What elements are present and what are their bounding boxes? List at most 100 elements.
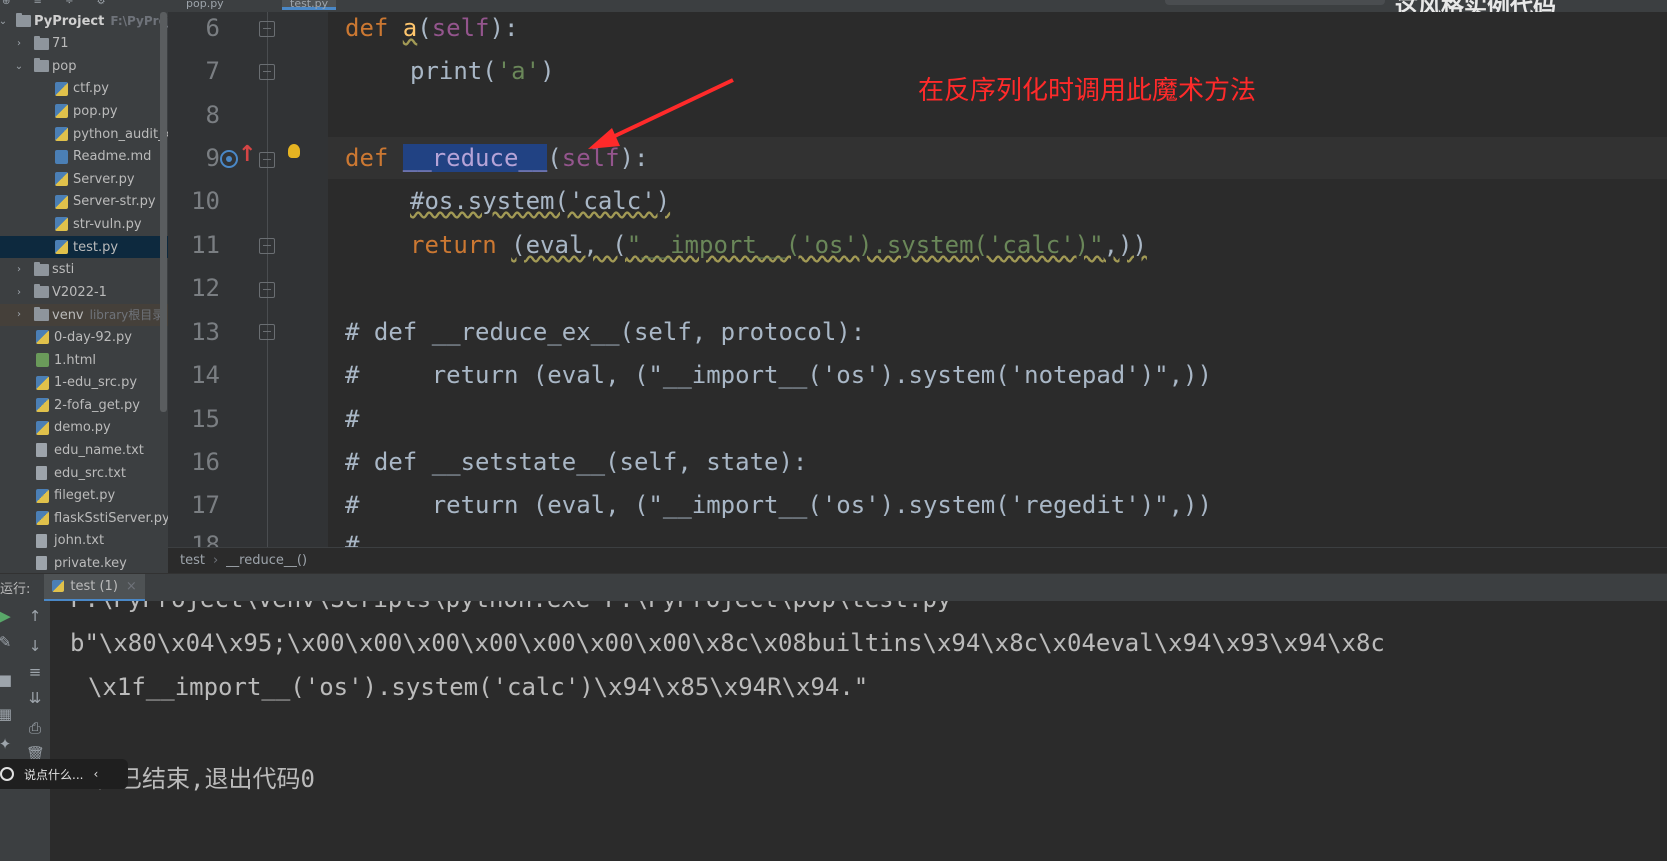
override-arrow-icon[interactable]: ↑	[238, 142, 256, 167]
code-line-7[interactable]: print('a')	[410, 57, 555, 85]
tree-item-text: Server-str.py	[73, 194, 156, 210]
tree-item[interactable]: pop.py	[0, 100, 168, 122]
lightbulb-icon[interactable]	[288, 144, 300, 158]
wrench-icon[interactable]: ✎	[0, 633, 14, 651]
soft-wrap-icon[interactable]: ≡	[26, 663, 44, 681]
line-number[interactable]: 9	[206, 144, 220, 172]
tree-item[interactable]: demo.py	[0, 417, 168, 439]
tree-item[interactable]: test.py	[0, 236, 168, 258]
fold-marker-icon[interactable]	[259, 152, 275, 168]
tree-item[interactable]: str-vuln.py	[0, 213, 168, 235]
chevron-down-icon[interactable]: ⌄	[0, 16, 8, 27]
breadcrumb-item-reduce[interactable]: __reduce__()	[226, 553, 307, 568]
fold-marker-icon[interactable]	[259, 324, 275, 340]
scroll-down-icon[interactable]: ↓	[26, 637, 44, 655]
tree-item-label: PyProjectF:\PyProject	[34, 14, 168, 29]
run-tab-test[interactable]: test (1) ×	[44, 573, 145, 602]
chevron-down-icon[interactable]: ⌄	[14, 61, 24, 72]
line-number[interactable]: 12	[191, 274, 220, 302]
rerun-icon[interactable]: ▶	[0, 607, 14, 625]
code-line-13[interactable]: # def __reduce_ex__(self, protocol):	[345, 318, 865, 346]
tree-item-label: 1-edu_src.py	[54, 375, 137, 390]
breadcrumb-item-test[interactable]: test	[180, 553, 205, 568]
project-tree: ⌄ PyProjectF:\PyProject › 71 ⌄ pop ctf.py pop.p…	[0, 12, 168, 608]
chevron-right-icon[interactable]: ›	[14, 287, 24, 298]
line-number[interactable]: 6	[206, 14, 220, 42]
tree-item-text: V2022-1	[52, 284, 107, 300]
line-number[interactable]: 17	[191, 491, 220, 519]
tree-item[interactable]: ⌄ PyProjectF:\PyProject	[0, 12, 168, 32]
layout-icon[interactable]: ▦	[0, 705, 14, 723]
tree-item[interactable]: fileget.py	[0, 485, 168, 507]
pin-icon[interactable]: ✦	[0, 735, 14, 753]
tree-item[interactable]: ⌄ pop	[0, 55, 168, 77]
tree-item[interactable]: private.key	[0, 552, 168, 574]
tree-item-label: private.key	[54, 556, 127, 571]
implementation-icon[interactable]	[220, 150, 238, 168]
code-line-11[interactable]: return (eval, ("__import__('os').system(…	[410, 231, 1147, 259]
fold-marker-icon[interactable]	[259, 64, 275, 80]
code-line-14[interactable]: # return (eval, ("__import__('os').syste…	[345, 361, 1212, 389]
fold-marker-icon[interactable]	[259, 282, 275, 298]
tree-item-text: ctf.py	[73, 81, 109, 97]
code-line-9[interactable]: def __reduce__(self):	[345, 144, 648, 172]
tree-item[interactable]: 0-day-92.py	[0, 326, 168, 348]
tree-item-text: fileget.py	[54, 488, 116, 504]
chevron-right-icon[interactable]: ›	[14, 38, 24, 49]
tree-item[interactable]: python_audit_x	[0, 123, 168, 145]
code-line-10[interactable]: #os.system('calc')	[410, 187, 670, 215]
tree-item[interactable]: 1-edu_src.py	[0, 372, 168, 394]
line-number[interactable]: 15	[191, 405, 220, 433]
line-number[interactable]: 8	[206, 101, 220, 129]
tree-item-text: test.py	[73, 239, 119, 255]
chevron-right-icon[interactable]: ›	[14, 264, 24, 275]
chevron-right-icon[interactable]: ›	[14, 309, 24, 320]
line-number[interactable]: 10	[191, 187, 220, 215]
project-toolbar-icons[interactable]: ⊕ ≡ ÷ ⚙	[2, 0, 116, 7]
line-number[interactable]: 14	[191, 361, 220, 389]
tree-item[interactable]: › 71	[0, 33, 168, 55]
tree-item[interactable]: john.txt	[0, 530, 168, 552]
run-console[interactable]: F:\PyProject\venv\Scripts\python.exe F:\…	[50, 601, 1667, 861]
folder-icon	[34, 306, 49, 321]
project-scrollbar[interactable]	[160, 12, 167, 412]
run-toolbar: ▶ ↑ ✎ ↓ ≡ ■ ⇊ ▦ ⎙ ✦ 🗑	[0, 601, 50, 861]
chevron-left-icon[interactable]: ‹	[93, 767, 98, 781]
tree-item-text: demo.py	[54, 420, 111, 436]
breadcrumb-separator-icon: ›	[212, 553, 219, 568]
line-number[interactable]: 11	[191, 231, 220, 259]
fold-marker-icon[interactable]	[259, 238, 275, 254]
line-number[interactable]: 7	[206, 57, 220, 85]
scroll-up-icon[interactable]: ↑	[26, 607, 44, 625]
code-line-17[interactable]: # return (eval, ("__import__('os').syste…	[345, 491, 1212, 519]
tree-item[interactable]: Readme.md	[0, 146, 168, 168]
code-editor[interactable]: ↑ 6 7 8 9 10 11 12 13 14 15 16 17 18 def a(self): pr…	[168, 12, 1667, 572]
print-icon[interactable]: ⎙	[26, 719, 44, 737]
tree-item[interactable]: Server.py	[0, 168, 168, 190]
tree-item[interactable]: 2-fofa_get.py	[0, 394, 168, 416]
tree-item[interactable]: Server-str.py	[0, 191, 168, 213]
tree-item[interactable]: › ssti	[0, 259, 168, 281]
code-line-15[interactable]: #	[345, 405, 359, 433]
close-tab-icon[interactable]: ×	[126, 579, 137, 594]
py-file-icon	[55, 194, 68, 209]
py-file-icon	[36, 398, 49, 413]
chat-comment-bubble[interactable]: 说点什么... ‹	[0, 759, 128, 789]
stop-icon[interactable]: ■	[0, 671, 14, 689]
tab-pop-py[interactable]: pop.py	[178, 0, 232, 10]
tree-item[interactable]: ctf.py	[0, 78, 168, 100]
line-number[interactable]: 16	[191, 448, 220, 476]
code-line-6[interactable]: def a(self):	[345, 14, 518, 42]
fold-marker-icon[interactable]	[259, 21, 275, 37]
tree-item[interactable]: › V2022-1	[0, 281, 168, 303]
search-everywhere-box[interactable]	[1165, 0, 1385, 5]
tree-item[interactable]: flaskSstiServer.py	[0, 507, 168, 529]
line-number[interactable]: 13	[191, 318, 220, 346]
tab-test-py[interactable]: test.py	[282, 0, 337, 10]
tree-item[interactable]: edu_name.txt	[0, 439, 168, 461]
code-line-16[interactable]: # def __setstate__(self, state):	[345, 448, 807, 476]
scroll-to-end-icon[interactable]: ⇊	[26, 689, 44, 707]
tree-item[interactable]: 1.html	[0, 349, 168, 371]
tree-item[interactable]: › venv library根目录	[0, 303, 168, 326]
tree-item[interactable]: edu_src.txt	[0, 462, 168, 484]
